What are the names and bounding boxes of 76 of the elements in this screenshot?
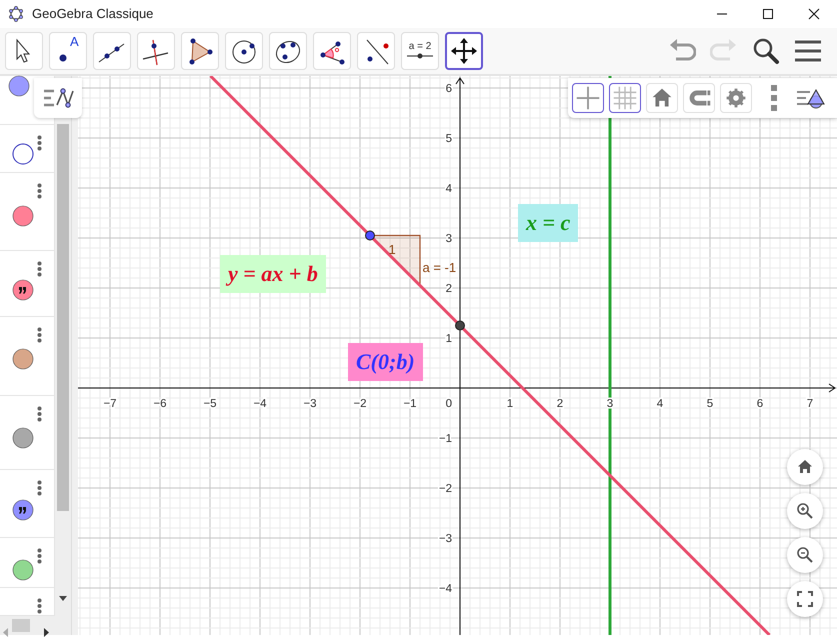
axis-label: 2 [446,283,452,295]
more-options-icon[interactable] [37,548,42,564]
more-options-icon[interactable] [37,406,42,422]
fullscreen-icon [796,590,814,608]
math-label[interactable]: x = c [518,204,578,242]
axis-label: −3 [303,398,317,410]
more-options-icon[interactable] [37,326,42,343]
text-visibility-icon[interactable] [12,278,34,301]
home-button[interactable] [787,449,823,485]
slope-label: a = -1 [422,258,456,276]
app-logo-icon [8,6,24,22]
axis-label: −2 [438,483,452,495]
axis-label: 1 [506,398,514,410]
axis-label: 7 [806,398,814,410]
zoom-out-icon [796,546,814,564]
close-icon [808,8,820,20]
visibility-toggle-icon[interactable] [8,74,30,97]
scrollbar-thumb[interactable] [57,124,69,511]
visibility-toggle-icon[interactable] [12,348,34,370]
more-options-icon[interactable] [37,598,42,614]
axis-label: 1 [446,333,452,345]
more-options-icon[interactable] [37,260,42,277]
visibility-toggle-icon[interactable] [12,426,34,449]
axis-label: −7 [103,398,117,410]
window-title: GeoGebra Classique [32,5,154,24]
visibility-toggle-icon[interactable] [12,142,34,165]
axis-label: −1 [438,433,452,445]
axis-label: −1 [403,398,417,410]
zoom-in-icon [796,502,814,520]
home-icon [796,458,814,476]
more-options-icon [771,85,777,111]
visibility-toggle-icon[interactable] [12,204,34,227]
point[interactable] [365,230,375,240]
axis-label: 3 [606,398,614,410]
zoom-out-button[interactable] [787,537,823,573]
more-options-icon[interactable] [37,480,42,496]
axis-label: 4 [656,398,664,410]
slope-run-label: 1 [388,240,396,258]
more-options-icon[interactable] [37,182,42,199]
tool-button[interactable]: A [49,32,87,70]
point-label: A [70,35,79,48]
slider-icon [406,52,434,60]
visibility-toggle-icon[interactable] [12,558,34,581]
tool-button[interactable]: a = 2 [401,32,439,70]
axis-label: 6 [756,398,764,410]
axis-label: 3 [446,233,452,245]
style-button[interactable] [572,83,604,113]
scroll-down-icon[interactable] [58,596,68,602]
style-button[interactable] [609,83,641,113]
fullscreen-button[interactable] [787,581,823,617]
origin-label: 0 [446,398,452,410]
scrollbar-thumb[interactable] [12,619,30,632]
maximize-icon [762,8,774,20]
axis-label: 2 [556,398,564,410]
search-button[interactable] [752,37,780,65]
axis-label: 6 [446,83,452,95]
math-label[interactable]: C(0;b) [348,343,423,381]
axis-label: −4 [438,583,452,595]
more-button[interactable] [771,85,777,111]
point[interactable] [455,320,465,330]
text-visibility-icon[interactable] [12,498,34,521]
axis-label: −3 [438,533,452,545]
axis-label: 4 [446,183,452,195]
scroll-right-icon[interactable] [44,628,49,637]
search-icon [752,37,780,65]
function-label[interactable]: y = ax + b [220,255,326,293]
axis-label: −5 [203,398,217,410]
axis-label: −2 [353,398,367,410]
tool-button[interactable] [445,32,483,70]
axis-label: −4 [253,398,267,410]
axis-label: −6 [153,398,167,410]
more-options-icon[interactable] [37,134,42,151]
zoom-in-button[interactable] [787,493,823,529]
axis-label: 5 [446,133,452,145]
point-icon [59,54,67,62]
axis-label: 5 [706,398,714,410]
